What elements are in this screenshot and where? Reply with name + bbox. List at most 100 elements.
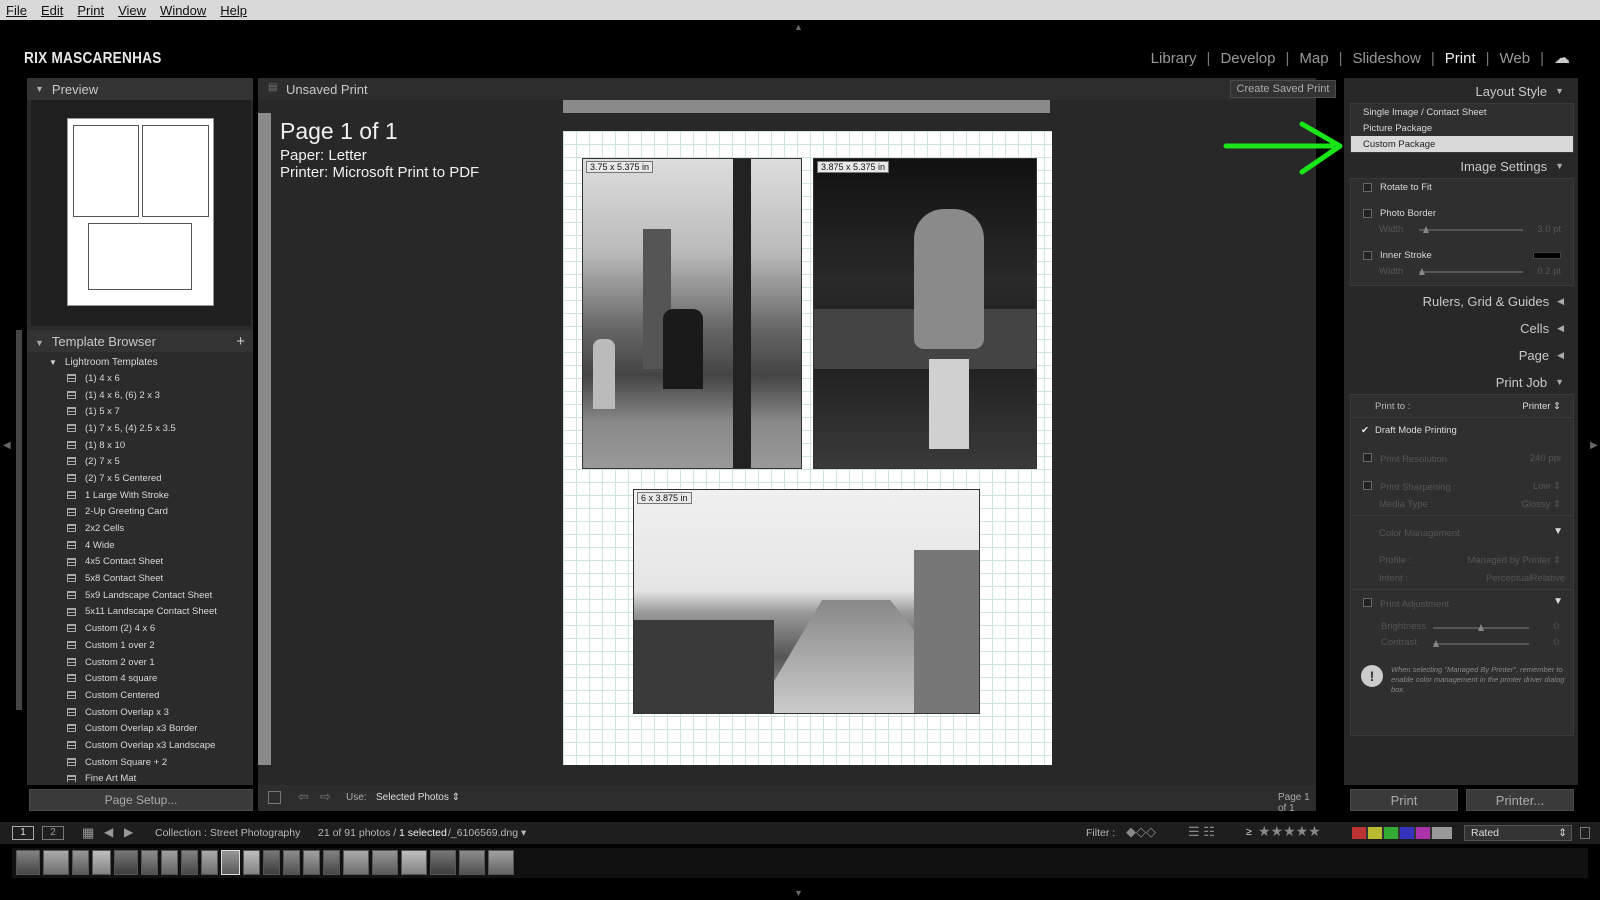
- filmstrip-thumbnail[interactable]: [43, 850, 69, 875]
- slider-knob[interactable]: [1478, 624, 1484, 631]
- cloud-icon[interactable]: ☁: [1544, 48, 1580, 68]
- draft-mode-option[interactable]: ✔ Draft Mode Printing: [1361, 425, 1457, 436]
- filmstrip-thumbnail[interactable]: [114, 850, 138, 875]
- photo-cell-1[interactable]: 3.75 x 5.375 in: [582, 158, 802, 469]
- inner-stroke-option[interactable]: Inner Stroke: [1351, 247, 1573, 263]
- stroke-color-swatch[interactable]: [1533, 252, 1561, 259]
- template-item[interactable]: 5x11 Landscape Contact Sheet: [35, 604, 253, 621]
- template-item[interactable]: Custom Overlap x3 Border: [35, 720, 253, 737]
- border-width-slider[interactable]: [1419, 226, 1523, 233]
- filmstrip-thumbnail[interactable]: [343, 850, 369, 875]
- filmstrip-thumbnail[interactable]: [323, 850, 340, 875]
- filmstrip-thumbnail[interactable]: [401, 850, 427, 875]
- template-item[interactable]: Custom (2) 4 x 6: [35, 620, 253, 637]
- prev-page-icon[interactable]: ⇦: [298, 789, 309, 805]
- filmstrip-thumbnail[interactable]: [303, 850, 320, 875]
- photo-cell-2[interactable]: 3.875 x 5.375 in: [813, 158, 1037, 469]
- menu-print[interactable]: Print: [77, 3, 104, 18]
- use-select[interactable]: Selected Photos ⇕: [376, 792, 460, 803]
- preview-header[interactable]: ▼ Preview: [27, 78, 253, 100]
- filmstrip-thumbnail[interactable]: [92, 850, 111, 875]
- layout-picture-package[interactable]: Picture Package: [1351, 120, 1573, 136]
- template-item[interactable]: (2) 7 x 5 Centered: [35, 470, 253, 487]
- flag-filter-icons[interactable]: ◆◇◇: [1126, 824, 1156, 840]
- image-settings-header[interactable]: Image Settings ▼: [1348, 153, 1574, 179]
- filmstrip-thumbnail[interactable]: [488, 850, 514, 875]
- slider-knob[interactable]: [1433, 640, 1439, 647]
- print-button[interactable]: Print: [1350, 789, 1458, 811]
- back-arrow-icon[interactable]: ◀: [104, 825, 113, 839]
- photo-cell-3[interactable]: 6 x 3.875 in: [633, 489, 980, 714]
- intent-relative[interactable]: Relative: [1531, 573, 1565, 584]
- filmstrip-thumbnail[interactable]: [201, 850, 218, 875]
- filmstrip-thumbnail[interactable]: [16, 850, 40, 875]
- template-item[interactable]: 5x9 Landscape Contact Sheet: [35, 587, 253, 604]
- cells-header[interactable]: Cells ◀: [1348, 315, 1574, 341]
- source-path[interactable]: Collection : Street Photography: [155, 827, 300, 839]
- page-header[interactable]: Page ◀: [1348, 342, 1574, 368]
- template-item[interactable]: Custom 1 over 2: [35, 637, 253, 654]
- print-sharpening-checkbox[interactable]: [1363, 481, 1372, 490]
- edit-filter-icons[interactable]: ☰ ☷: [1188, 824, 1215, 840]
- color-label-filter[interactable]: [1352, 827, 1452, 839]
- filmstrip-thumbnail[interactable]: [181, 850, 198, 875]
- menu-edit[interactable]: Edit: [41, 3, 63, 18]
- filmstrip-thumbnail[interactable]: [430, 850, 456, 875]
- selected-filename[interactable]: /_6106569.dng ▾: [448, 827, 526, 839]
- template-item[interactable]: Custom 2 over 1: [35, 654, 253, 671]
- module-web[interactable]: Web: [1490, 50, 1541, 67]
- slider-knob[interactable]: [1423, 226, 1429, 233]
- photo-border-option[interactable]: Photo Border: [1351, 205, 1573, 221]
- menu-help[interactable]: Help: [220, 3, 247, 18]
- print-to-select[interactable]: Printer ⇕: [1522, 401, 1561, 412]
- print-adjustment-triangle-icon[interactable]: ▼: [1553, 596, 1563, 607]
- template-item[interactable]: (1) 4 x 6: [35, 370, 253, 387]
- template-item[interactable]: 2-Up Greeting Card: [35, 504, 253, 521]
- template-item[interactable]: 4 Wide: [35, 537, 253, 554]
- left-scrollbar[interactable]: [16, 330, 22, 710]
- template-item[interactable]: (1) 5 x 7: [35, 403, 253, 420]
- print-page[interactable]: 3.75 x 5.375 in 3.875 x 5.375 in 6 x 3.8…: [563, 131, 1052, 765]
- bottom-panel-toggle-icon[interactable]: ▼: [794, 888, 803, 898]
- template-item[interactable]: Custom Overlap x 3: [35, 704, 253, 721]
- main-window-button[interactable]: 1: [12, 826, 34, 840]
- template-item[interactable]: 2x2 Cells: [35, 520, 253, 537]
- photo-border-checkbox[interactable]: [1363, 208, 1372, 218]
- rating-stars[interactable]: ★★★★★: [1258, 823, 1321, 840]
- module-map[interactable]: Map: [1289, 50, 1338, 67]
- brightness-slider[interactable]: [1433, 624, 1529, 631]
- profile-select[interactable]: Managed by Printer ⇕: [1467, 555, 1561, 566]
- print-sharpening-select[interactable]: Low ⇕: [1533, 481, 1561, 492]
- menu-file[interactable]: File: [6, 3, 27, 18]
- rulers-grid-header[interactable]: Rulers, Grid & Guides ◀: [1348, 288, 1574, 314]
- layout-custom-package[interactable]: Custom Package: [1351, 136, 1573, 152]
- template-item[interactable]: Custom 4 square: [35, 670, 253, 687]
- module-library[interactable]: Library: [1141, 50, 1207, 67]
- filmstrip-thumbnail[interactable]: [243, 850, 260, 875]
- checkmark-icon[interactable]: ✔: [1361, 425, 1369, 436]
- template-item[interactable]: Fine Art Mat: [35, 771, 253, 782]
- contrast-slider[interactable]: [1433, 640, 1529, 647]
- filmstrip-thumbnail[interactable]: [263, 850, 280, 875]
- right-panel-toggle-icon[interactable]: ▶: [1590, 440, 1598, 451]
- print-resolution-checkbox[interactable]: [1363, 453, 1372, 462]
- template-item[interactable]: Custom Overlap x3 Landscape: [35, 737, 253, 754]
- menu-view[interactable]: View: [118, 3, 146, 18]
- template-item[interactable]: (1) 4 x 6, (6) 2 x 3: [35, 387, 253, 404]
- module-print[interactable]: Print: [1435, 50, 1486, 67]
- rotate-to-fit-checkbox[interactable]: [1363, 182, 1372, 192]
- second-window-button[interactable]: 2: [42, 826, 64, 840]
- template-item[interactable]: 1 Large With Stroke: [35, 487, 253, 504]
- template-item[interactable]: (1) 7 x 5, (4) 2.5 x 3.5: [35, 420, 253, 437]
- layout-single-image[interactable]: Single Image / Contact Sheet: [1351, 104, 1573, 120]
- template-browser-header[interactable]: ▼ Template Browser +: [27, 330, 253, 352]
- filmstrip-thumbnail[interactable]: [372, 850, 398, 875]
- filmstrip-thumbnail[interactable]: [283, 850, 300, 875]
- print-adjustment-checkbox[interactable]: [1363, 598, 1372, 607]
- template-item[interactable]: Custom Centered: [35, 687, 253, 704]
- template-folder[interactable]: ▼ Lightroom Templates: [35, 354, 253, 370]
- left-panel-toggle-icon[interactable]: ◀: [3, 440, 11, 451]
- filter-preset-select[interactable]: Rated ⇕: [1464, 825, 1572, 841]
- printer-button[interactable]: Printer...: [1466, 789, 1574, 811]
- template-item[interactable]: 5x8 Contact Sheet: [35, 570, 253, 587]
